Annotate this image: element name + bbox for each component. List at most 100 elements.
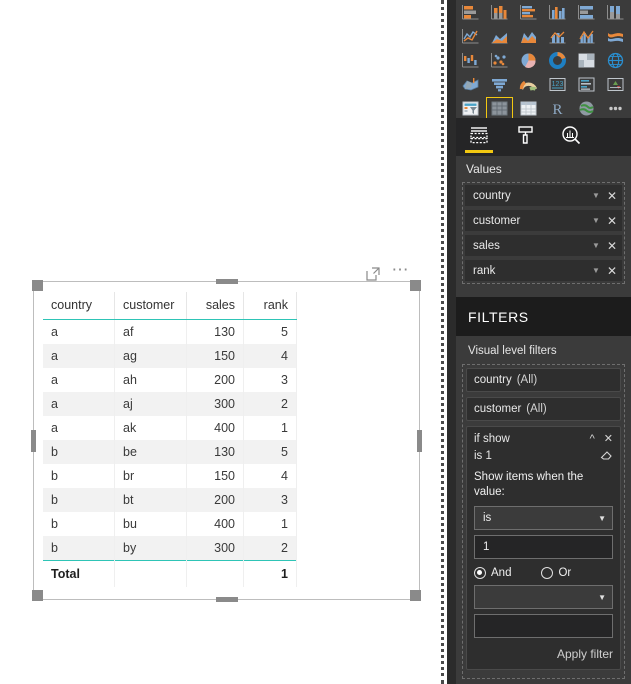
card-icon[interactable]: 123 [544,73,571,96]
chevron-down-icon[interactable]: ▼ [592,241,600,250]
resize-handle-bottom[interactable] [215,597,238,602]
radio-and-icon [474,567,486,579]
filter-operator2-dropdown[interactable]: ▼ [474,585,613,609]
filters-body[interactable]: Visual level filters country (All) custo… [456,336,631,684]
map-icon[interactable] [602,49,629,72]
table-row[interactable]: b bu 400 1 [43,512,297,536]
clustered-bar-chart-icon[interactable] [515,1,542,24]
remove-filter-close-icon[interactable]: ✕ [604,432,613,445]
filter-and-radio[interactable]: And [474,567,511,579]
funnel-icon[interactable] [486,73,513,96]
stacked-area-chart-icon[interactable] [515,25,542,48]
line-and-stacked-column-chart-icon[interactable] [544,25,571,48]
scatter-chart-icon[interactable] [486,49,513,72]
filled-map-icon[interactable] [457,73,484,96]
table-row[interactable]: a aj 300 2 [43,392,297,416]
arcgis-map-icon[interactable] [573,97,600,120]
focus-mode-icon[interactable] [365,267,380,281]
collapse-chevron-up-icon[interactable]: ^ [590,433,595,445]
panel-scroll-gutter[interactable] [447,0,456,684]
filter-card-if-show[interactable]: if show ^ ✕ is 1 Show items when the val… [466,426,621,670]
total-sales [186,560,244,587]
cell-sales: 400 [186,512,244,536]
analytics-tab[interactable] [548,118,594,156]
100-stacked-bar-chart-icon[interactable] [573,1,600,24]
table-row[interactable]: b bt 200 3 [43,488,297,512]
table-row[interactable]: a ak 400 1 [43,416,297,440]
ribbon-chart-icon[interactable] [602,25,629,48]
visualization-type-gallery[interactable]: 123 R [456,0,631,120]
pane-tab-strip[interactable] [456,118,631,156]
gauge-icon[interactable] [515,73,542,96]
more-options-icon[interactable]: ⋯ [392,261,411,278]
table-row[interactable]: a af 130 5 [43,319,297,344]
column-header-sales[interactable]: sales [186,292,244,320]
resize-handle-left[interactable] [31,429,36,452]
remove-field-close-icon[interactable]: ✕ [607,264,617,278]
column-header-rank[interactable]: rank [243,292,297,320]
resize-handle-right[interactable] [417,429,422,452]
resize-handle-top[interactable] [215,279,238,284]
treemap-icon[interactable] [573,49,600,72]
clear-filter-eraser-icon[interactable] [600,448,613,464]
stacked-bar-chart-icon[interactable] [457,1,484,24]
table-row[interactable]: b be 130 5 [43,440,297,464]
r-script-visual-icon[interactable]: R [544,97,571,120]
fields-tab[interactable] [456,118,502,156]
filter-value2-input[interactable] [474,614,613,638]
matrix-icon[interactable] [515,97,542,120]
table-row[interactable]: b br 150 4 [43,464,297,488]
format-tab[interactable] [502,118,548,156]
column-header-country[interactable]: country [43,292,115,320]
line-chart-icon[interactable] [457,25,484,48]
line-and-clustered-column-chart-icon[interactable] [573,25,600,48]
resize-handle-bottom-left[interactable] [32,590,43,601]
cell-country: b [43,512,115,536]
values-well-sales[interactable]: sales ▼ ✕ [465,235,622,256]
slicer-icon[interactable] [457,97,484,120]
remove-field-close-icon[interactable]: ✕ [607,214,617,228]
visualizations-pane[interactable]: 123 R Values country ▼ ✕ customer ▼ ✕ sa… [456,0,631,684]
table-visual[interactable]: country customer sales rank a af 130 5 a ag 15… [31,279,422,602]
clustered-column-chart-icon[interactable] [544,1,571,24]
values-well-rank[interactable]: rank ▼ ✕ [465,260,622,281]
chevron-down-icon[interactable]: ▼ [592,216,600,225]
values-well-label: rank [473,264,496,277]
stacked-column-chart-icon[interactable] [486,1,513,24]
filter-logic-radio-group[interactable]: And Or [474,567,613,579]
filter-or-radio[interactable]: Or [541,567,571,579]
table-row[interactable]: a ag 150 4 [43,344,297,368]
resize-handle-bottom-right[interactable] [410,590,421,601]
pie-chart-icon[interactable] [515,49,542,72]
resize-handle-top-right[interactable] [410,280,421,291]
donut-chart-icon[interactable] [544,49,571,72]
filter-card-list[interactable]: country (All) customer (All) if show ^ ✕ [462,364,625,679]
more-visuals-icon[interactable] [602,97,629,120]
report-canvas[interactable]: ⋯ country customer sales rank a af 130 5 a ag… [0,0,443,684]
values-field-wells[interactable]: country ▼ ✕ customer ▼ ✕ sales ▼ ✕ rank ▼ ✕ [462,182,625,284]
filter-card-country[interactable]: country (All) [466,368,621,392]
kpi-icon[interactable] [602,73,629,96]
apply-filter-button[interactable]: Apply filter [474,647,613,661]
area-chart-icon[interactable] [486,25,513,48]
waterfall-chart-icon[interactable] [457,49,484,72]
resize-handle-top-left[interactable] [32,280,43,291]
table-icon[interactable] [486,97,513,120]
table-row[interactable]: b by 300 2 [43,536,297,561]
100-stacked-column-chart-icon[interactable] [602,1,629,24]
table-visual-grid[interactable]: country customer sales rank a af 130 5 a ag 15… [43,292,297,587]
table-row[interactable]: a ah 200 3 [43,368,297,392]
column-header-customer[interactable]: customer [114,292,187,320]
cell-customer: br [114,464,187,488]
remove-field-close-icon[interactable]: ✕ [607,189,617,203]
filter-card-customer[interactable]: customer (All) [466,397,621,421]
chevron-down-icon[interactable]: ▼ [592,266,600,275]
remove-field-close-icon[interactable]: ✕ [607,239,617,253]
filter-value-input[interactable]: 1 [474,535,613,559]
multi-row-card-icon[interactable] [573,73,600,96]
values-well-country[interactable]: country ▼ ✕ [465,185,622,206]
filter-operator-dropdown[interactable]: is ▼ [474,506,613,530]
cell-rank: 2 [243,392,297,416]
chevron-down-icon[interactable]: ▼ [592,191,600,200]
values-well-customer[interactable]: customer ▼ ✕ [465,210,622,231]
